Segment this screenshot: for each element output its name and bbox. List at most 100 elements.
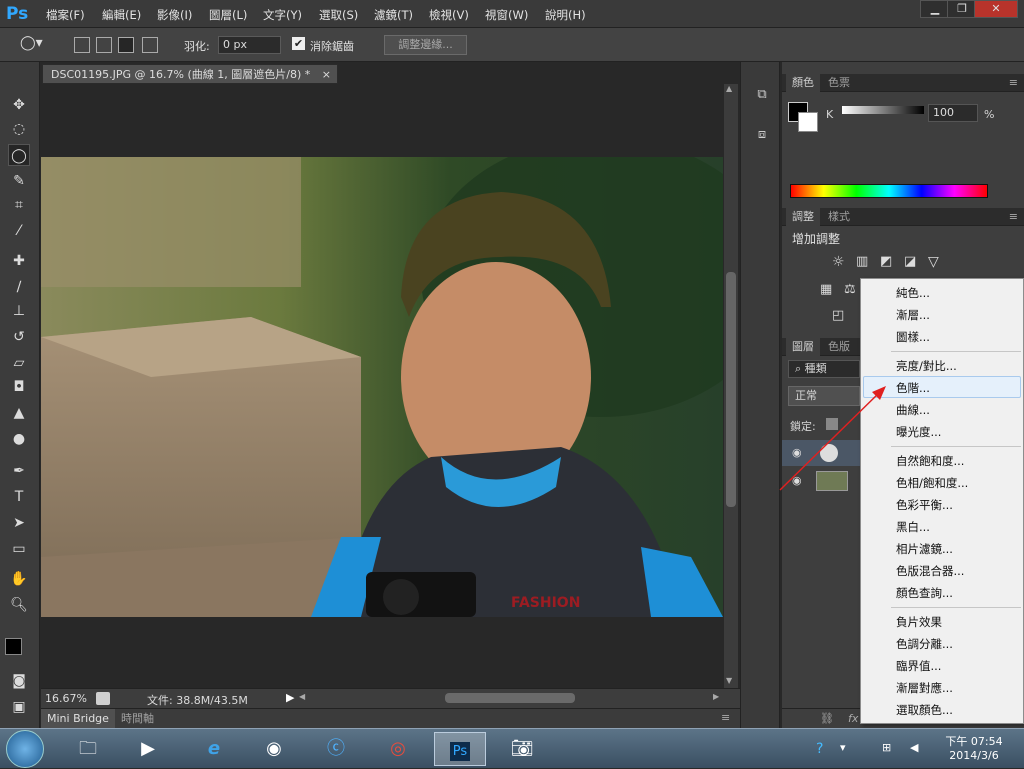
paint-bucket-icon[interactable]: ◘ (8, 376, 30, 398)
subtract-selection-icon[interactable] (118, 37, 134, 53)
photoshop-task-icon[interactable]: Ps (434, 732, 486, 766)
tab-adjustments[interactable]: 調整 (786, 208, 820, 226)
scroll-down-icon[interactable]: ▼ (726, 676, 736, 686)
adjust-panel-menu-icon[interactable]: ≡ (1009, 210, 1018, 223)
media-player-icon[interactable]: ▶ (122, 732, 174, 766)
menu-filter[interactable]: 濾鏡(T) (374, 7, 413, 23)
start-button[interactable] (6, 730, 44, 768)
curves-adjust-icon[interactable]: ◩ (880, 254, 892, 269)
menu-item-pattern[interactable]: 圖樣... (896, 327, 930, 347)
zoom-level[interactable]: 16.67% (45, 692, 87, 705)
menu-item-invert[interactable]: 負片效果 (896, 612, 942, 632)
stamp-tool-icon[interactable]: ⊥ (8, 300, 30, 322)
menu-item-threshold[interactable]: 臨界值... (896, 656, 941, 676)
tray-arrow-icon[interactable]: ▾ (840, 741, 846, 754)
scroll-up-icon[interactable]: ▲ (726, 84, 736, 94)
screen-mode-icon[interactable]: ▣ (8, 696, 30, 718)
network-icon[interactable]: ⊞ (882, 741, 891, 754)
color-balance-adjust-icon[interactable]: ⚖ (844, 282, 856, 297)
vertical-scroll-thumb[interactable] (726, 272, 736, 507)
menu-item-gradient[interactable]: 漸層... (896, 305, 930, 325)
status-share-icon[interactable] (96, 692, 110, 705)
menu-help[interactable]: 說明(H) (545, 7, 586, 23)
restore-button[interactable]: ❐ (947, 0, 977, 18)
vertical-scrollbar[interactable]: ▲ ▼ (724, 84, 738, 688)
tab-swatches[interactable]: 色票 (822, 74, 856, 92)
horizontal-scroll-thumb[interactable] (445, 693, 575, 703)
lasso-preset-icon[interactable]: ◯▾ (20, 35, 43, 55)
menu-item-channel-mixer[interactable]: 色版混合器... (896, 561, 964, 581)
k-slider[interactable] (842, 106, 924, 114)
menu-window[interactable]: 視窗(W) (485, 7, 528, 23)
tab-channels[interactable]: 色版 (822, 338, 856, 356)
shape-tool-icon[interactable]: ▭ (8, 538, 30, 560)
history-panel-icon[interactable]: ⧉ (751, 84, 773, 106)
photo-canvas[interactable]: FASHION (41, 157, 723, 617)
k-value-input[interactable]: 100 (928, 104, 978, 122)
zoom-tool-icon[interactable]: 🔍︎ (8, 594, 30, 616)
feather-input[interactable]: 0 px (218, 36, 281, 54)
link-layers-icon[interactable]: ⛓ (820, 712, 834, 725)
lasso-tool-icon[interactable]: ◯ (8, 144, 30, 166)
eyedropper-tool-icon[interactable]: ⁄ (8, 220, 30, 242)
menu-item-levels[interactable]: 色階... (896, 378, 930, 398)
tab-styles[interactable]: 樣式 (822, 208, 856, 226)
healing-tool-icon[interactable]: ✚ (8, 250, 30, 272)
blur-tool-icon[interactable]: ▲ (8, 402, 30, 424)
tab-mini-bridge[interactable]: Mini Bridge (41, 709, 115, 728)
scroll-right-icon[interactable]: ▶ (713, 692, 719, 701)
menu-item-gradient-map[interactable]: 漸層對應... (896, 678, 953, 698)
menu-item-black-white[interactable]: 黑白... (896, 517, 930, 537)
brush-tool-icon[interactable]: ∕ (8, 276, 30, 298)
volume-icon[interactable]: ◀ (910, 741, 918, 754)
path-select-icon[interactable]: ➤ (8, 512, 30, 534)
menu-item-posterize[interactable]: 色調分離... (896, 634, 953, 654)
tab-timeline[interactable]: 時間軸 (121, 709, 154, 728)
menu-file[interactable]: 檔案(F) (46, 7, 85, 23)
properties-panel-icon[interactable]: ⧈ (751, 124, 773, 146)
menu-item-exposure[interactable]: 曝光度... (896, 422, 941, 442)
color-wheel-icon[interactable]: ◉ (248, 732, 300, 766)
menu-image[interactable]: 影像(I) (157, 7, 192, 23)
brightness-adjust-icon[interactable]: ☼ (832, 254, 845, 270)
app-c-icon[interactable]: ⓒ (310, 732, 362, 766)
foreground-color-swatch[interactable] (5, 638, 22, 655)
color-panel-menu-icon[interactable]: ≡ (1009, 76, 1018, 89)
menu-item-brightness-contrast[interactable]: 亮度/對比... (896, 356, 957, 376)
scroll-left-icon[interactable]: ◀ (299, 692, 305, 701)
menu-edit[interactable]: 編輯(E) (102, 7, 141, 23)
tab-color[interactable]: 顏色 (786, 74, 820, 92)
move-tool-icon[interactable]: ✥ (8, 94, 30, 116)
history-brush-icon[interactable]: ↺ (8, 326, 30, 348)
system-clock[interactable]: 下午 07:54 2014/3/6 (934, 735, 1014, 763)
hand-tool-icon[interactable]: ✋ (8, 568, 30, 590)
menu-item-color-lookup[interactable]: 顏色查詢... (896, 583, 953, 603)
menu-item-solid-color[interactable]: 純色... (896, 283, 930, 303)
quick-select-tool-icon[interactable]: ✎ (8, 170, 30, 192)
status-menu-arrow-icon[interactable]: ▶ (286, 691, 294, 704)
fx-icon[interactable]: fx (848, 712, 858, 725)
antialias-checkbox[interactable]: ✔ (292, 37, 305, 50)
explorer-icon[interactable]: 🗀︎ (62, 732, 114, 766)
menu-item-color-balance[interactable]: 色彩平衡... (896, 495, 953, 515)
menu-layer[interactable]: 圖層(L) (209, 7, 247, 23)
menu-item-curves[interactable]: 曲線... (896, 400, 930, 420)
menu-item-photo-filter[interactable]: 相片濾鏡... (896, 539, 953, 559)
color-spectrum-bar[interactable] (790, 184, 988, 198)
panel-menu-icon[interactable]: ≡ (721, 711, 730, 724)
vibrance-adjust-icon[interactable]: ▽ (928, 254, 939, 270)
invert-adjust-icon[interactable]: ◰ (832, 308, 844, 323)
add-selection-icon[interactable] (96, 37, 112, 53)
ie-icon[interactable]: e (188, 732, 240, 766)
type-tool-icon[interactable]: T (8, 486, 30, 508)
crop-tool-icon[interactable]: ⌗ (8, 194, 30, 216)
menu-type[interactable]: 文字(Y) (263, 7, 302, 23)
menu-item-vibrance[interactable]: 自然飽和度... (896, 451, 964, 471)
document-tab[interactable]: DSC01195.JPG @ 16.7% (曲線 1, 圖層遮色片/8) * × (42, 64, 338, 84)
menu-item-selective-color[interactable]: 選取顏色... (896, 700, 953, 720)
new-selection-icon[interactable] (74, 37, 90, 53)
intersect-selection-icon[interactable] (142, 37, 158, 53)
marquee-tool-icon[interactable]: ◌ (8, 118, 30, 140)
help-tray-icon[interactable]: ? (816, 741, 823, 757)
dodge-tool-icon[interactable]: ● (8, 428, 30, 450)
